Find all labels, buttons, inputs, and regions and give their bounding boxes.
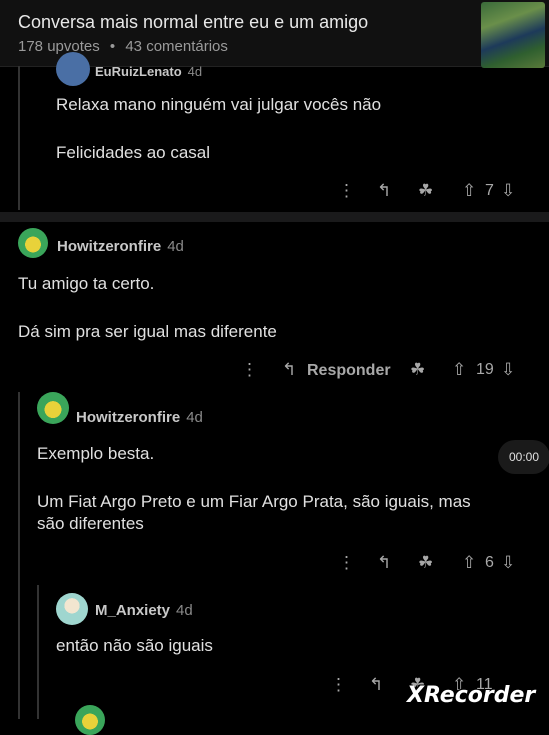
score: 7 — [485, 182, 494, 199]
upvote-count: 178 upvotes — [18, 38, 100, 55]
avatar[interactable] — [18, 228, 48, 258]
downvote-icon[interactable]: ⇩ — [501, 553, 515, 573]
award-icon[interactable]: ☘ — [418, 181, 433, 201]
recording-timer[interactable]: 00:00 — [498, 440, 549, 474]
comment-divider — [0, 212, 549, 222]
recorder-watermark: XRecorder — [407, 683, 536, 708]
comment-body-line: então não são iguais — [56, 636, 213, 655]
reply-icon[interactable]: ↰ — [377, 553, 391, 573]
downvote-icon[interactable]: ⇩ — [501, 181, 515, 201]
meta-separator: • — [109, 38, 116, 55]
post-meta: 178 upvotes • 43 comentários — [18, 38, 228, 55]
thread-line[interactable] — [18, 66, 20, 210]
comment-username[interactable]: M_Anxiety 4d — [95, 602, 193, 619]
comment-age: 4d — [167, 238, 184, 255]
more-options-icon[interactable]: ⋮ — [241, 360, 258, 380]
avatar[interactable] — [37, 392, 69, 424]
reply-icon[interactable]: ↰ — [282, 360, 296, 380]
comment-body-line: Dá sim pra ser igual mas diferente — [18, 322, 277, 341]
downvote-icon[interactable]: ⇩ — [501, 360, 515, 380]
thread-line[interactable] — [37, 585, 39, 719]
comment-body-line: Um Fiat Argo Preto e um Fiar Argo Prata,… — [37, 492, 471, 511]
more-options-icon[interactable]: ⋮ — [330, 675, 347, 695]
comment-age: 4d — [187, 64, 203, 79]
award-icon[interactable]: ☘ — [410, 360, 425, 380]
comment-username[interactable]: EuRuizLenato 4d — [95, 64, 202, 79]
comment-body-line: Felicidades ao casal — [56, 143, 211, 162]
post-title[interactable]: Conversa mais normal entre eu e um amigo — [18, 12, 368, 33]
award-icon[interactable]: ☘ — [418, 553, 433, 573]
avatar[interactable] — [56, 593, 88, 625]
comment-body-line: são diferentes — [37, 514, 144, 533]
comment-age: 4d — [176, 602, 193, 619]
reply-icon[interactable]: ↰ — [369, 675, 383, 695]
comment-body-line: Relaxa mano ninguém vai julgar vocês não — [56, 95, 382, 114]
more-options-icon[interactable]: ⋮ — [338, 553, 355, 573]
comment-body-line: Exemplo besta. — [37, 444, 155, 463]
avatar[interactable] — [56, 52, 90, 86]
avatar[interactable] — [75, 705, 105, 735]
comment-age: 4d — [186, 409, 203, 426]
upvote-icon[interactable]: ⇧ — [452, 360, 466, 380]
reply-icon[interactable]: ↰ — [377, 181, 391, 201]
score: 19 — [476, 361, 494, 378]
comment-count: 43 comentários — [125, 38, 228, 55]
upvote-icon[interactable]: ⇧ — [462, 181, 476, 201]
comment-username[interactable]: Howitzeronfire 4d — [76, 409, 203, 426]
upvote-icon[interactable]: ⇧ — [462, 553, 476, 573]
score: 6 — [485, 554, 494, 571]
comment-body-line: Tu amigo ta certo. — [18, 274, 155, 293]
comment-username[interactable]: Howitzeronfire 4d — [57, 238, 184, 255]
post-thumbnail[interactable] — [481, 2, 545, 68]
thread-line[interactable] — [18, 392, 20, 719]
more-options-icon[interactable]: ⋮ — [338, 181, 355, 201]
reply-button[interactable]: Responder — [307, 362, 391, 380]
